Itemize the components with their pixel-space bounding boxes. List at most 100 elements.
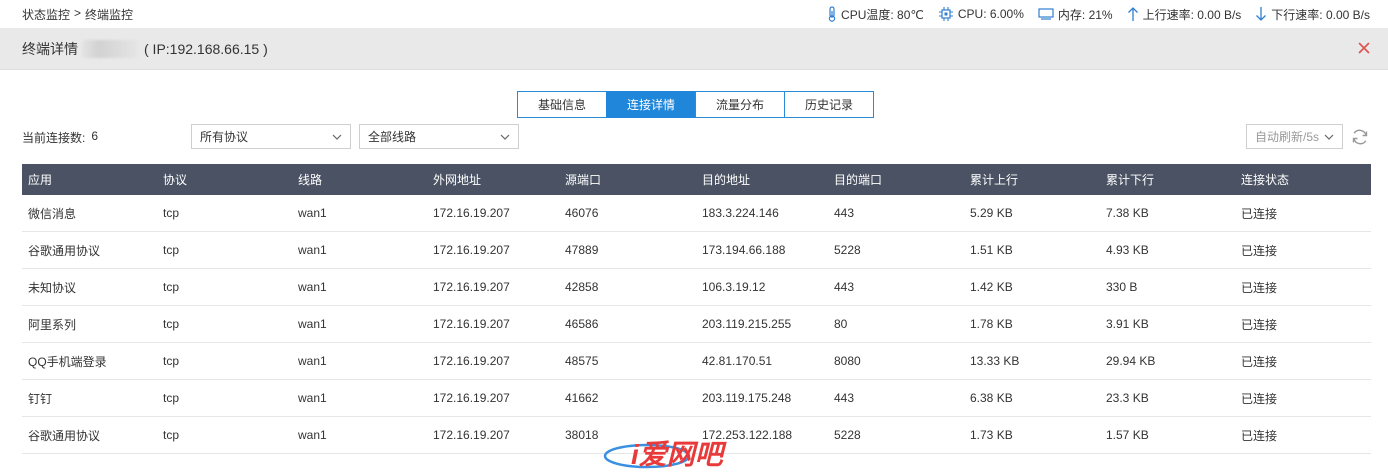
table-row[interactable]: QQ手机端登录 tcp wan1 172.16.19.207 48575 42.81.17… — [22, 343, 1371, 380]
stat-upload-text: 上行速率: 0.00 B/s — [1142, 7, 1242, 22]
stat-cpu-temp-text: CPU温度: 80℃ — [841, 7, 924, 22]
table-cell: 41662 — [565, 391, 599, 405]
table-cell: 183.3.224.146 — [702, 206, 779, 220]
table-cell: 443 — [834, 280, 855, 294]
terminal-detail-header: 终端详情 ( IP:192.168.66.15 ) — [0, 28, 1388, 70]
auto-refresh-select[interactable]: 自动刷新/5s — [1246, 124, 1343, 149]
table-row[interactable]: 钉钉 tcp wan1 172.16.19.207 41662 203.119.175.2… — [22, 380, 1371, 417]
table-cell: 已连接 — [1241, 280, 1278, 295]
breadcrumb-parent[interactable]: 状态监控 — [22, 6, 70, 23]
table-header: 应用 协议 线路 外网地址 源端口 目的地址 目的端口 累计上行 累计下行 连接状态 — [22, 164, 1371, 195]
column-header: 目的地址 — [702, 173, 751, 187]
line-select[interactable]: 全部线路 — [359, 124, 519, 149]
table-cell: 172.16.19.207 — [433, 280, 510, 294]
stat-download: 下行速率: 0.00 B/s — [1255, 6, 1370, 23]
table-cell: 13.33 KB — [970, 354, 1020, 368]
column-header: 累计上行 — [970, 173, 1019, 187]
column-header: 累计下行 — [1106, 173, 1155, 187]
column-header: 协议 — [163, 173, 188, 187]
connection-table: 应用 协议 线路 外网地址 源端口 目的地址 目的端口 累计上行 累计下行 连接状态 微信消息 tc… — [22, 164, 1371, 454]
chevron-down-icon — [332, 134, 342, 140]
protocol-select[interactable]: 所有协议 — [191, 124, 351, 149]
close-icon[interactable] — [1356, 40, 1372, 56]
table-cell: 172.16.19.207 — [433, 317, 510, 331]
table-cell: wan1 — [298, 280, 327, 294]
table-cell: 172.16.19.207 — [433, 391, 510, 405]
table-cell: tcp — [163, 317, 180, 331]
stat-upload: 上行速率: 0.00 B/s — [1127, 6, 1242, 23]
table-cell: 已连接 — [1241, 317, 1278, 332]
header-title: 终端详情 — [22, 40, 78, 57]
table-cell: 阿里系列 — [28, 317, 77, 332]
column-header: 源端口 — [565, 173, 602, 187]
table-cell: 4.93 KB — [1106, 243, 1149, 257]
table-cell: wan1 — [298, 243, 327, 257]
table-row[interactable]: 未知协议 tcp wan1 172.16.19.207 42858 106.3.19.12… — [22, 269, 1371, 306]
auto-refresh-select-value: 自动刷新/5s — [1255, 130, 1320, 144]
line-select-value: 全部线路 — [368, 130, 417, 144]
arrow-up-icon — [1127, 7, 1138, 21]
table-cell: 1.42 KB — [970, 280, 1013, 294]
arrow-down-icon — [1256, 7, 1267, 21]
table-cell: 46586 — [565, 317, 599, 331]
table-cell: 微信消息 — [28, 206, 77, 221]
breadcrumb-current: 终端监控 — [85, 7, 134, 22]
table-cell: 已连接 — [1241, 243, 1278, 258]
table-cell: 已连接 — [1241, 391, 1278, 406]
table-cell: 80 — [834, 317, 848, 331]
table-cell: 48575 — [565, 354, 599, 368]
table-cell: 已连接 — [1241, 428, 1278, 443]
table-row[interactable]: 微信消息 tcp wan1 172.16.19.207 46076 183.3.224.1… — [22, 195, 1371, 232]
stat-memory-text: 内存: 21% — [1057, 7, 1113, 22]
table-cell: 8080 — [834, 354, 861, 368]
table-row[interactable]: 阿里系列 tcp wan1 172.16.19.207 46586 203.119.215… — [22, 306, 1371, 343]
tab-traffic-distribution[interactable]: 流量分布 — [695, 91, 785, 118]
table-cell: tcp — [163, 280, 180, 294]
table-cell: 5228 — [834, 428, 861, 442]
table-cell: wan1 — [298, 391, 327, 405]
tab-history[interactable]: 历史记录 — [784, 91, 874, 118]
table-cell: 172.16.19.207 — [433, 206, 510, 220]
protocol-select-value: 所有协议 — [200, 130, 249, 144]
table-cell: 42.81.170.51 — [702, 354, 773, 368]
table-cell: 106.3.19.12 — [702, 280, 766, 294]
top-bar: 状态监控 > 终端监控 CPU温度: 80℃ CPU: 6.00% 内存: 21… — [0, 0, 1388, 28]
column-header: 应用 — [28, 173, 53, 187]
table-cell: tcp — [163, 391, 180, 405]
table-cell: 7.38 KB — [1106, 206, 1149, 220]
table-cell: 1.51 KB — [970, 243, 1013, 257]
table-cell: 29.94 KB — [1106, 354, 1156, 368]
stat-memory: 内存: 21% — [1038, 6, 1113, 23]
table-cell: tcp — [163, 206, 180, 220]
filter-bar: 当前连接数: 6 所有协议 全部线路 自动刷新/5s — [22, 124, 1372, 150]
breadcrumb: 状态监控 > 终端监控 — [22, 6, 133, 23]
table-cell: 1.73 KB — [970, 428, 1013, 442]
system-stats: CPU温度: 80℃ CPU: 6.00% 内存: 21% 上行速率: 0.00… — [827, 6, 1370, 23]
table-cell: 46076 — [565, 206, 599, 220]
table-cell: 5.29 KB — [970, 206, 1013, 220]
chevron-down-icon — [500, 134, 510, 140]
tab-connection-details[interactable]: 连接详情 — [606, 91, 696, 118]
table-cell: 未知协议 — [28, 280, 77, 295]
table-cell: 173.194.66.188 — [702, 243, 786, 257]
chip-icon — [938, 7, 953, 21]
detail-tabs: 基础信息 连接详情 流量分布 历史记录 — [517, 91, 874, 118]
table-cell: 已连接 — [1241, 354, 1278, 369]
table-cell: 47889 — [565, 243, 599, 257]
table-cell: 443 — [834, 206, 855, 220]
refresh-icon[interactable] — [1350, 127, 1370, 147]
table-cell: tcp — [163, 354, 180, 368]
table-cell: 23.3 KB — [1106, 391, 1149, 405]
table-cell: QQ手机端登录 — [28, 354, 107, 369]
table-cell: 5228 — [834, 243, 861, 257]
table-cell: wan1 — [298, 317, 327, 331]
table-cell: 443 — [834, 391, 855, 405]
table-cell: 谷歌通用协议 — [28, 428, 101, 443]
table-row[interactable]: 谷歌通用协议 tcp wan1 172.16.19.207 47889 173.194.6… — [22, 232, 1371, 269]
table-cell: 203.119.175.248 — [702, 391, 792, 405]
table-cell: 172.16.19.207 — [433, 354, 510, 368]
connection-count: 当前连接数: 6 — [22, 129, 98, 146]
stat-cpu: CPU: 6.00% — [938, 6, 1024, 22]
breadcrumb-separator: > — [74, 5, 82, 20]
tab-basic-info[interactable]: 基础信息 — [517, 91, 607, 118]
